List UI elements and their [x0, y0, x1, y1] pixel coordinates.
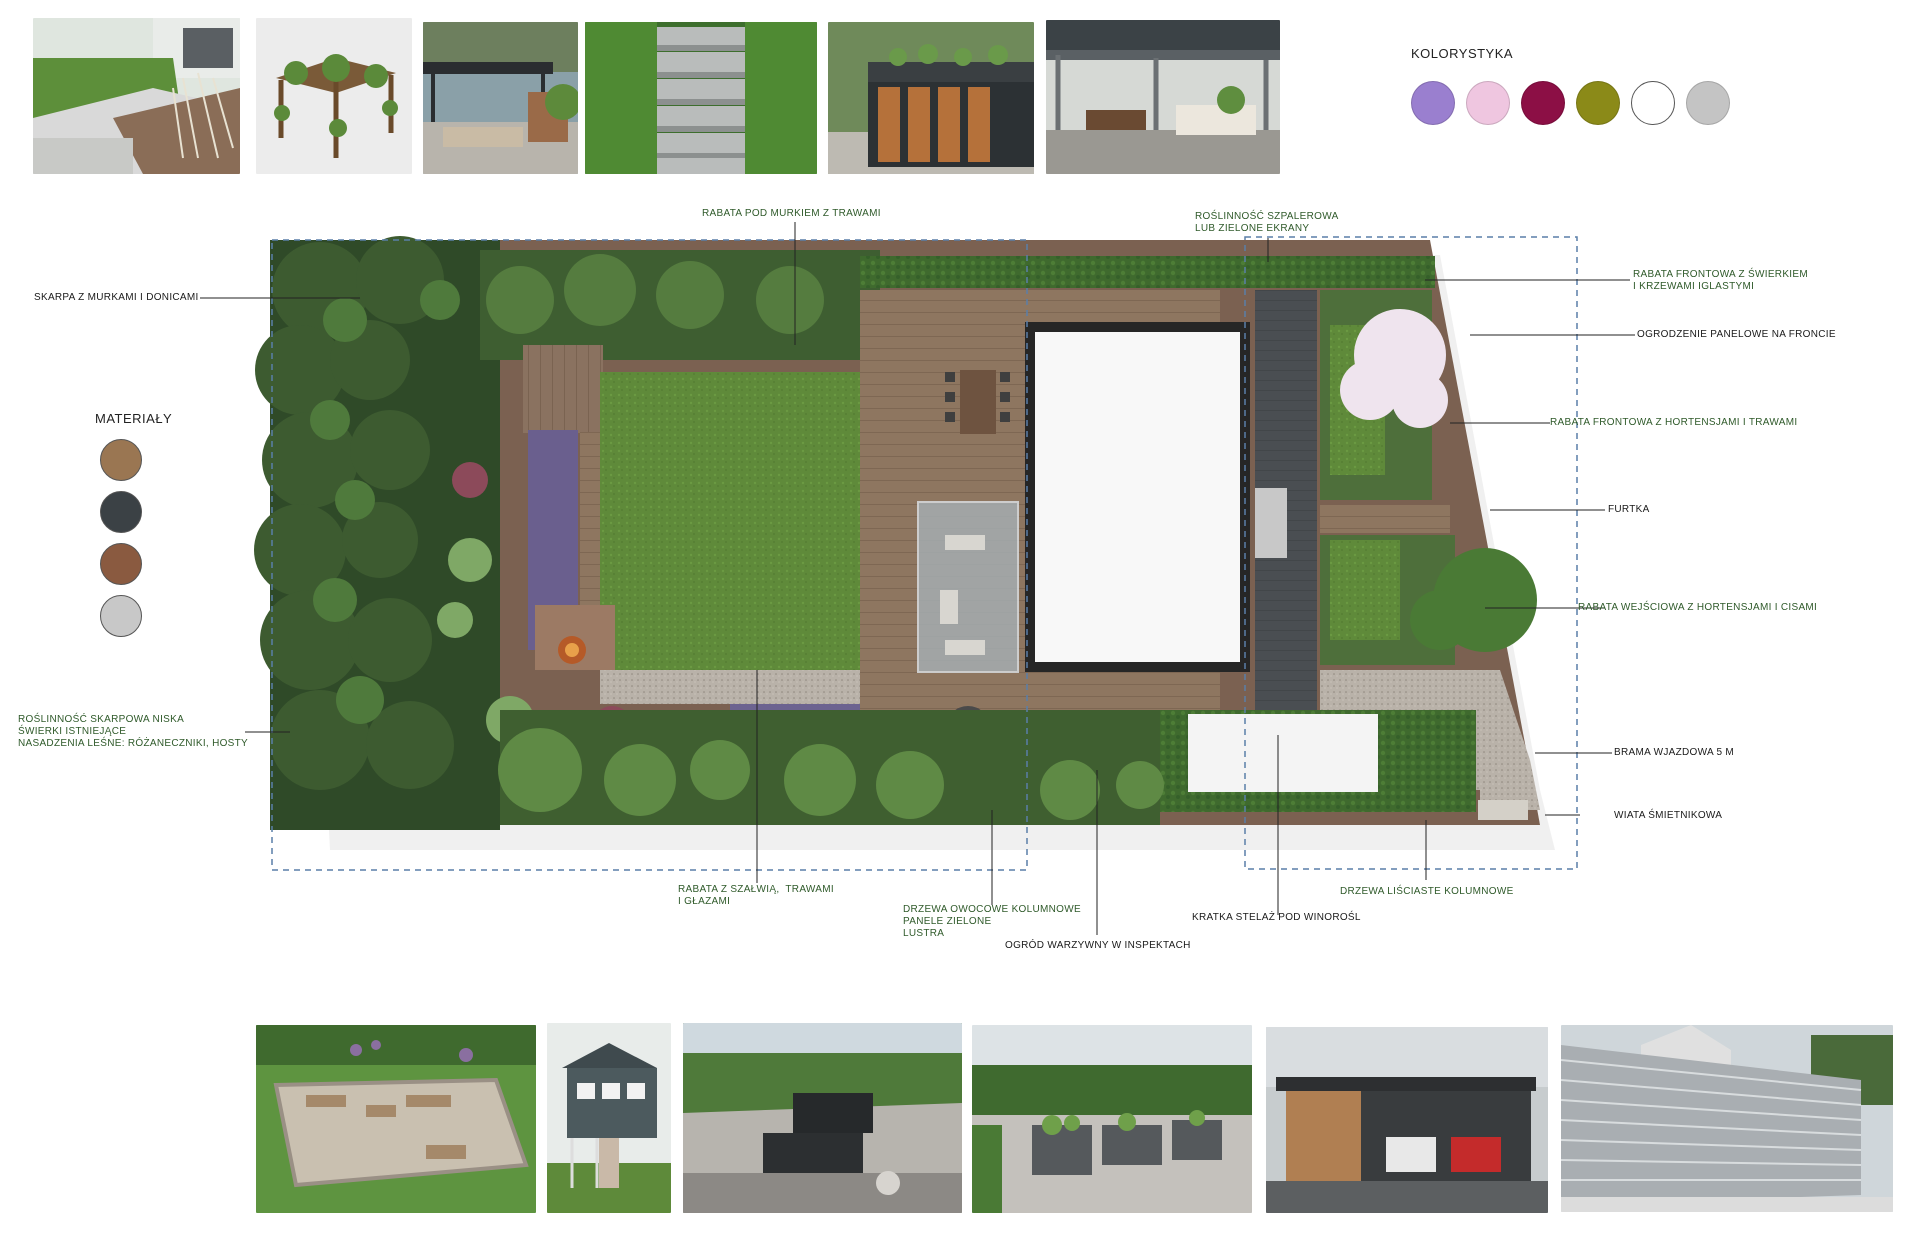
label-rabata-szalwia-1: RABATA Z SZAŁWIĄ, TRAWAMI [678, 884, 834, 895]
label-furtka: FURTKA [1608, 504, 1650, 515]
reference-photo-panel-fence [1561, 1025, 1893, 1212]
label-skarpowa-3: NASADZENIA LEŚNE: RÓŻANECZNIKI, HOSTY [18, 738, 249, 749]
label-rabata-wejsciowa: RABATA WEJŚCIOWA Z HORTENSJAMI I CISAMI [1578, 602, 1818, 613]
reference-photo-carport [1266, 1027, 1548, 1213]
label-rabata-frontowa-swierk-1: RABATA FRONTOWA Z ŚWIERKIEM [1633, 269, 1808, 280]
bin-shelter [1478, 800, 1528, 820]
reference-photo-playhouse [547, 1023, 671, 1213]
label-roslinnosc-szpalerowa-2: LUB ZIELONE EKRANY [1195, 223, 1310, 234]
label-skarpa: SKARPA Z MURKAMI I DONICAMI [34, 292, 199, 303]
label-drzewa-owocowe-3: LUSTRA [903, 928, 945, 939]
reference-photo-raised-beds [972, 1025, 1252, 1213]
dining-table [960, 370, 996, 434]
label-skarpowa-1: ROŚLINNOŚĆ SKARPOWA NISKA [18, 714, 185, 725]
reference-photo-gravel-seating [256, 1025, 536, 1213]
label-ogrod-warzywny: OGRÓD WARZYWNY W INSPEKTACH [1005, 940, 1191, 951]
label-rabata-szalwia-2: I GŁAZAMI [678, 896, 731, 907]
label-kratka: KRATKA STELAŻ POD WINOROŚL [1192, 912, 1361, 923]
label-drzewa-owocowe-1: DRZEWA OWOCOWE KOLUMNOWE [903, 904, 1081, 915]
left-deck [523, 345, 603, 433]
reference-photo-water-feature [683, 1023, 962, 1213]
vegetable-garden [1188, 714, 1378, 792]
label-drzewa-lisciaste: DRZEWA LIŚCIASTE KOLUMNOWE [1340, 886, 1514, 897]
top-hedge [860, 256, 1435, 288]
lawn [600, 372, 905, 702]
label-wiata: WIATA ŚMIETNIKOWA [1614, 810, 1723, 821]
label-rabata-pod-murkiem: RABATA POD MURKIEM Z TRAWAMI [702, 208, 881, 219]
label-rabata-frontowa-hortensje: RABATA FRONTOWA Z HORTENSJAMI I TRAWAMI [1550, 417, 1798, 428]
label-roslinnosc-szpalerowa-1: ROŚLINNOŚĆ SZPALEROWA [1195, 211, 1339, 222]
label-skarpowa-2: ŚWIERKI ISTNIEJĄCE [18, 726, 127, 737]
label-ogrodzenie: OGRODZENIE PANELOWE NA FRONCIE [1637, 329, 1836, 340]
label-rabata-frontowa-swierk-2: I KRZEWAMI IGLASTYMI [1633, 281, 1755, 292]
label-drzewa-owocowe-2: PANELE ZIELONE [903, 916, 992, 927]
label-brama: BRAMA WJAZDOWA 5 M [1614, 747, 1735, 758]
